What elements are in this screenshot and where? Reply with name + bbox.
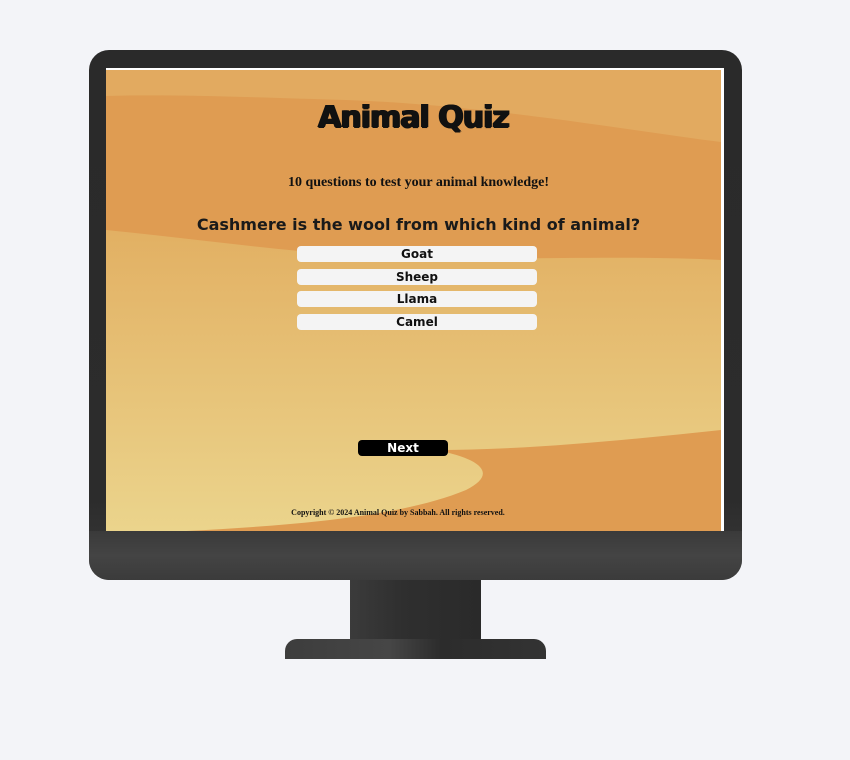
copyright-footer: Copyright © 2024 Animal Quiz by Sabbah. … bbox=[291, 508, 505, 517]
next-button[interactable]: Next bbox=[358, 440, 448, 456]
answer-button-camel[interactable]: Camel bbox=[297, 313, 537, 330]
question-text: Cashmere is the wool from which kind of … bbox=[196, 215, 641, 234]
page-subtitle: 10 questions to test your animal knowled… bbox=[287, 175, 550, 190]
monitor-stand-base bbox=[285, 639, 546, 659]
quiz-page: Animal Quiz 10 questions to test your an… bbox=[106, 70, 721, 531]
answer-button-llama[interactable]: Llama bbox=[297, 291, 537, 307]
answer-list: Goat Sheep Llama Camel bbox=[297, 246, 537, 336]
answer-button-sheep[interactable]: Sheep bbox=[297, 268, 537, 285]
page-title: Animal Quiz bbox=[318, 100, 510, 135]
monitor-chin bbox=[89, 531, 742, 580]
answer-button-goat[interactable]: Goat bbox=[297, 246, 537, 262]
monitor-stand-neck bbox=[350, 580, 481, 640]
monitor-frame: Animal Quiz 10 questions to test your an… bbox=[89, 50, 742, 580]
monitor-screen: Animal Quiz 10 questions to test your an… bbox=[106, 68, 724, 531]
